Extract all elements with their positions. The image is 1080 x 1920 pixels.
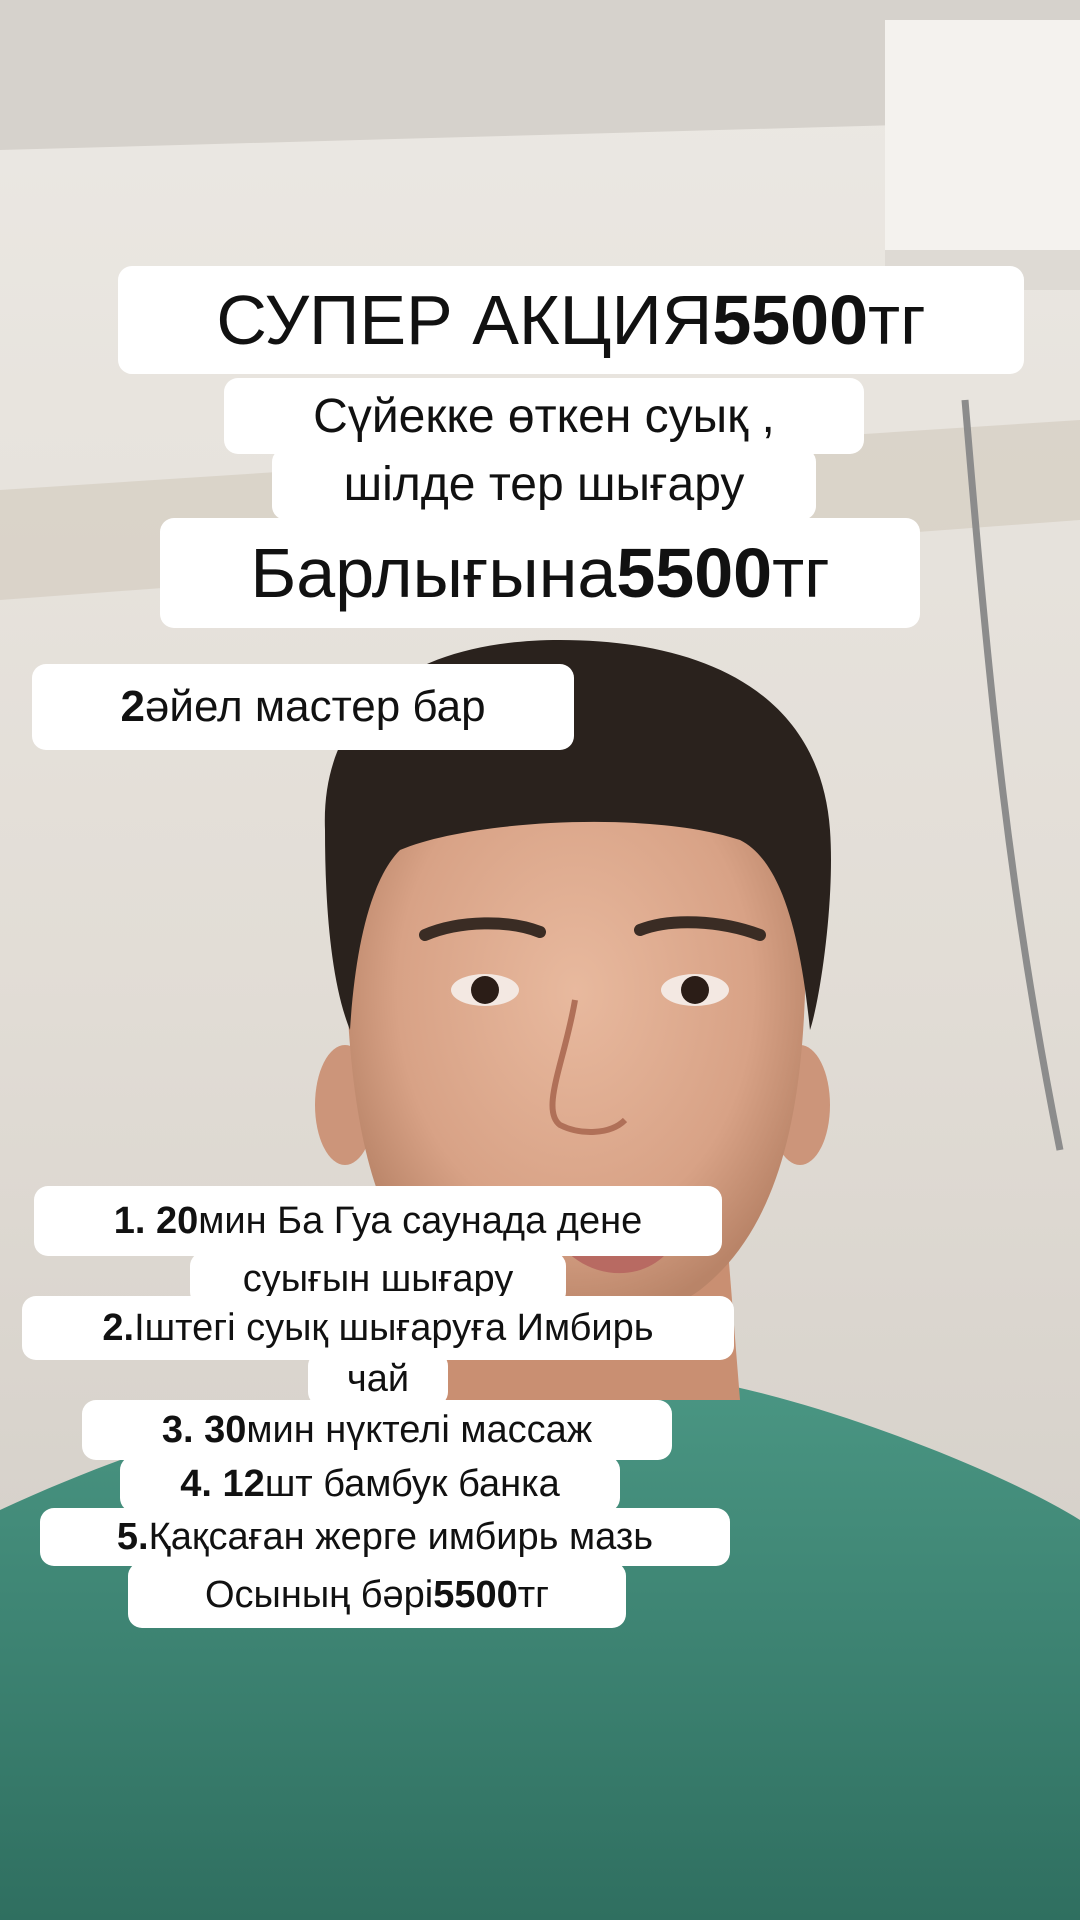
list-item-3-text: мин нүктелі массаж (246, 1408, 593, 1451)
masters-caption: 2 әйел мастер бар (32, 664, 574, 750)
list-item-4: 4. 12 шт бамбук банка (120, 1456, 620, 1512)
list-item-1-num: 1. 20 (113, 1199, 199, 1242)
list-item-1-cont-text: суығын шығару (242, 1257, 514, 1300)
total-unit: тг (517, 1573, 549, 1616)
list-item-2-num: 2. (102, 1306, 135, 1349)
list-item-5: 5. Қақсаған жерге имбирь мазь (40, 1508, 730, 1566)
price-caption: Барлығына 5500 тг (160, 518, 920, 628)
list-item-2-cont: чай (308, 1352, 448, 1406)
list-item-1: 1. 20 мин Ба Гуа саунада дене (34, 1186, 722, 1256)
list-item-3-num: 3. 30 (161, 1408, 247, 1451)
subtitle-text-2: шілде тер шығару (343, 457, 745, 511)
list-item-2-text: Іштегі суық шығаруға Имбирь (134, 1306, 654, 1349)
list-item-2: 2. Іштегі суық шығаруға Имбирь (22, 1296, 734, 1360)
headline-caption: СУПЕР АКЦИЯ 5500 тг (118, 266, 1024, 374)
list-item-5-text: Қақсаған жерге имбирь мазь (148, 1515, 654, 1558)
headline-unit: тг (868, 281, 926, 359)
list-item-2-cont-text: чай (346, 1357, 410, 1400)
total-caption: Осының бәрі 5500 тг (128, 1562, 626, 1628)
list-item-4-num: 4. 12 (180, 1462, 265, 1505)
headline-text: СУПЕР АКЦИЯ (216, 281, 713, 359)
masters-number: 2 (120, 682, 145, 731)
total-number: 5500 (433, 1573, 518, 1616)
list-item-4-text: шт бамбук банка (264, 1462, 560, 1505)
total-text: Осының бәрі (205, 1573, 434, 1616)
masters-text: әйел мастер бар (144, 682, 486, 731)
subtitle-text-1: Сүйекке өткен суық , (313, 389, 775, 443)
list-item-5-num: 5. (116, 1515, 149, 1558)
price-unit: тг (772, 534, 830, 612)
subtitle-line-2: шілде тер шығару (272, 448, 816, 520)
list-item-3: 3. 30 мин нүктелі массаж (82, 1400, 672, 1460)
subtitle-line-1: Сүйекке өткен суық , (224, 378, 864, 454)
air-conditioner (885, 20, 1080, 270)
price-text: Барлығына (250, 534, 617, 612)
price-number: 5500 (616, 534, 773, 612)
headline-price: 5500 (712, 281, 869, 359)
list-item-1-text: мин Ба Гуа саунада дене (198, 1199, 643, 1242)
